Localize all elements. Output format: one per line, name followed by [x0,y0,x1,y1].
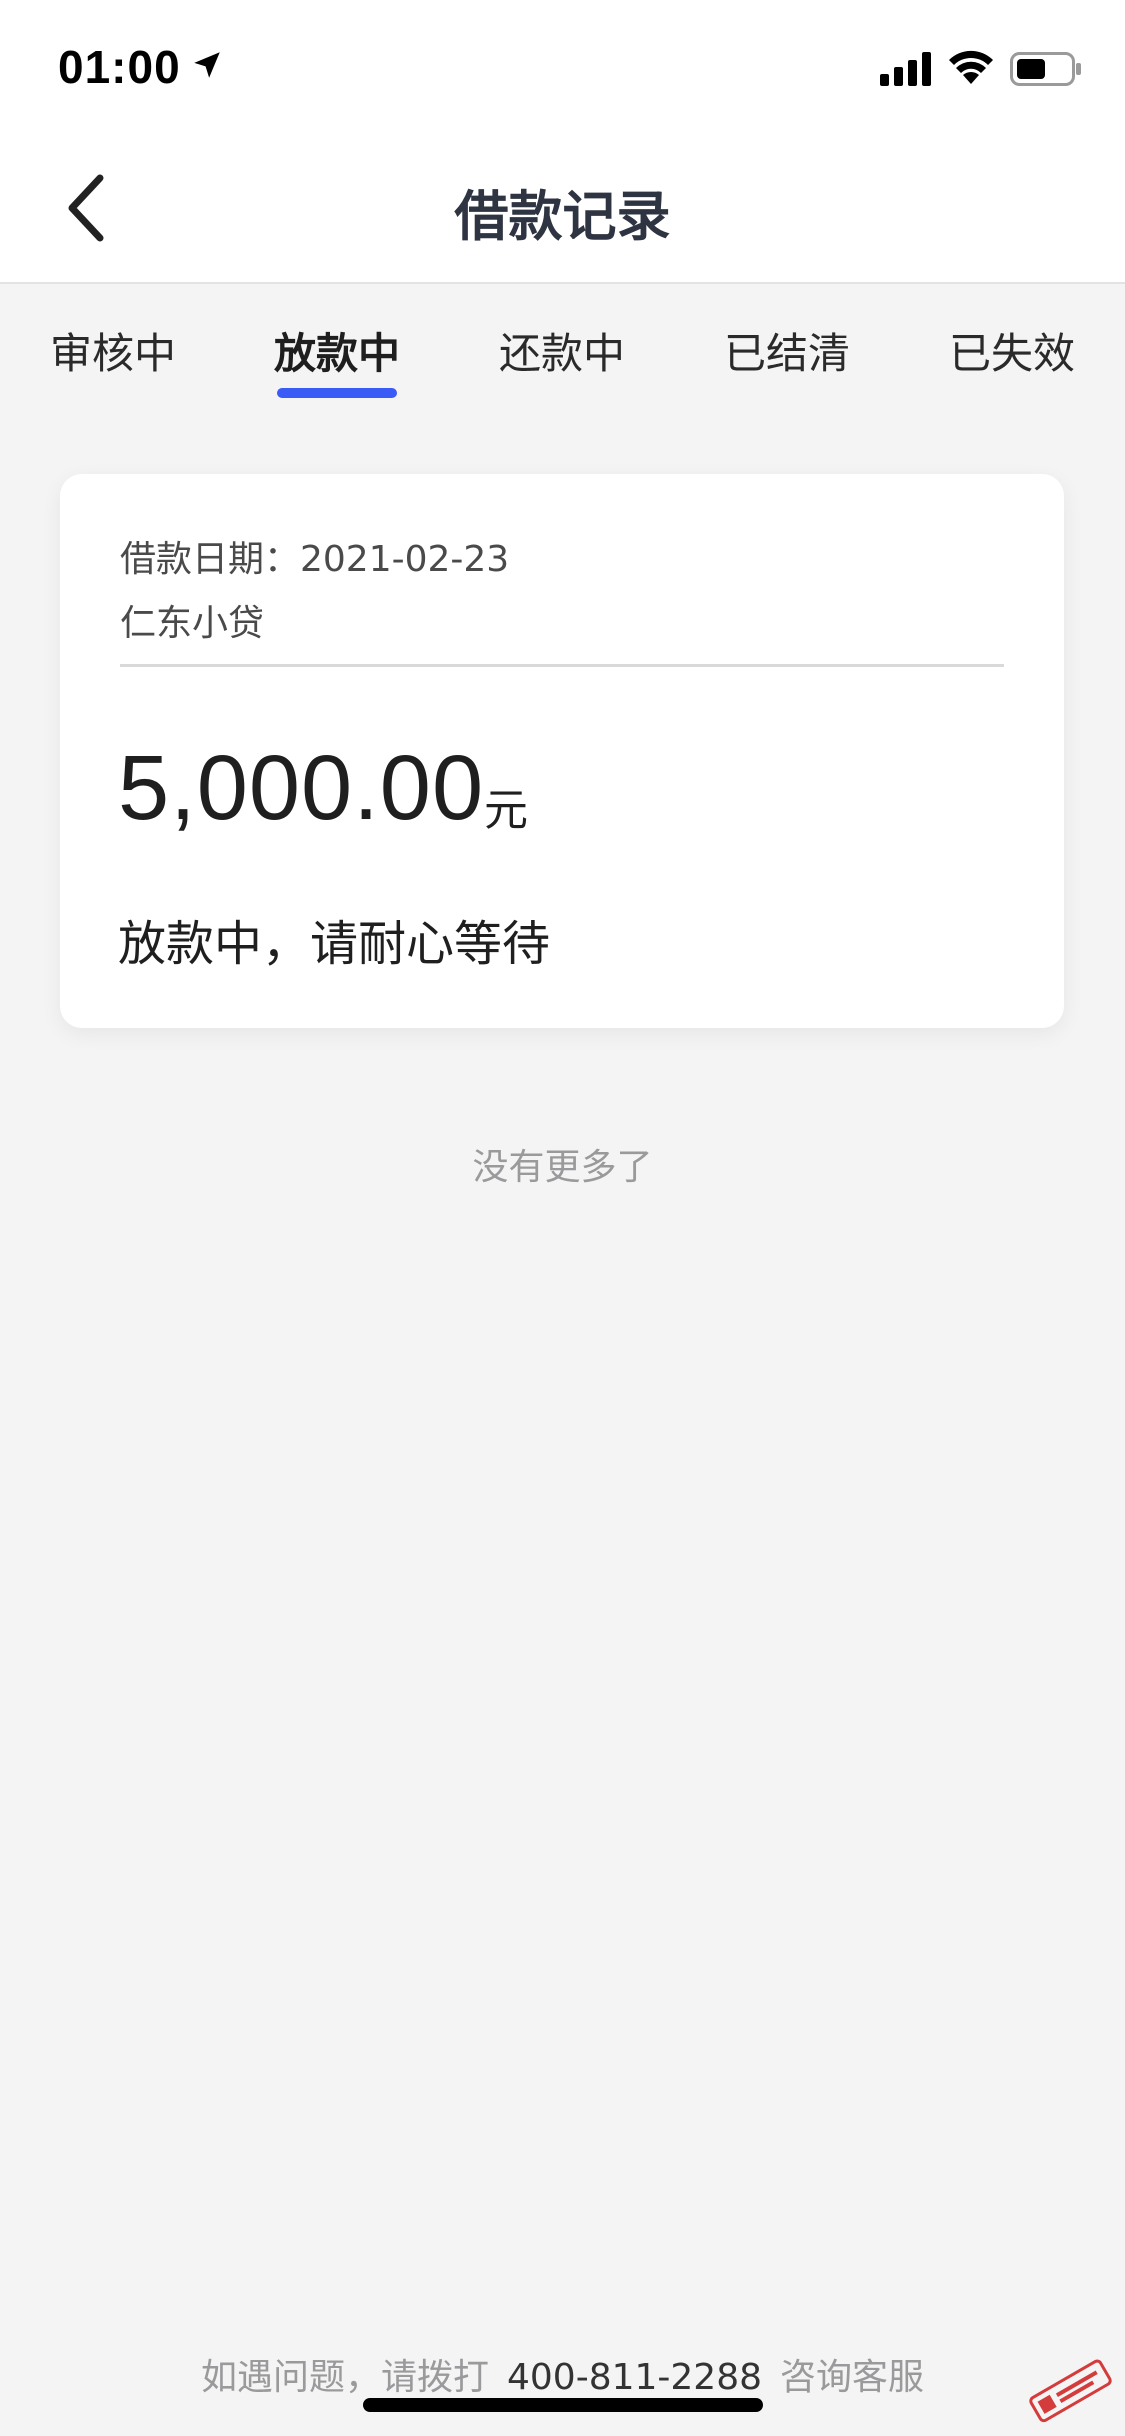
status-time: 01:00 [58,41,181,93]
home-indicator [363,2398,763,2412]
loan-record-card[interactable]: 借款日期：2021-02-23 仁东小贷 5,000.00 元 放款中，请耐心等… [60,474,1064,1028]
lender-name: 仁东小贷 [120,603,265,644]
battery-icon [1010,52,1081,86]
watermark-logo-icon [1029,2359,1112,2423]
currency-unit: 元 [484,785,528,836]
list-end-text: 没有更多了 [472,1147,653,1188]
loan-date: 借款日期：2021-02-23 [120,539,510,580]
service-phone-link[interactable]: 400-811-2288 [507,2357,762,2398]
wifi-icon [949,50,993,84]
footer-prefix: 如遇问题，请拨打 [200,2357,489,2398]
tab-disbursing[interactable]: 放款中 [237,320,437,381]
footer-help: 如遇问题，请拨打 400-811-2288 咨询客服 [0,2348,1125,2400]
cellular-signal-icon [880,52,931,86]
status-tabs: 审核中 放款中 还款中 已结清 已失效 [0,284,1125,414]
loan-amount: 5,000.00 [118,737,485,839]
navigation-bar: 借款记录 [0,132,1125,284]
footer-suffix: 咨询客服 [780,2357,925,2398]
status-bar: 01:00 [0,0,1125,132]
tab-settled[interactable]: 已结清 [687,320,887,381]
active-tab-indicator [277,388,397,398]
loan-status-text: 放款中，请耐心等待 [118,916,551,972]
page-title: 借款记录 [454,185,671,248]
location-arrow-icon [194,52,220,78]
divider [120,664,1004,667]
tab-repaying[interactable]: 还款中 [462,320,662,381]
tab-under-review[interactable]: 审核中 [13,320,213,381]
tab-expired[interactable]: 已失效 [912,320,1112,381]
